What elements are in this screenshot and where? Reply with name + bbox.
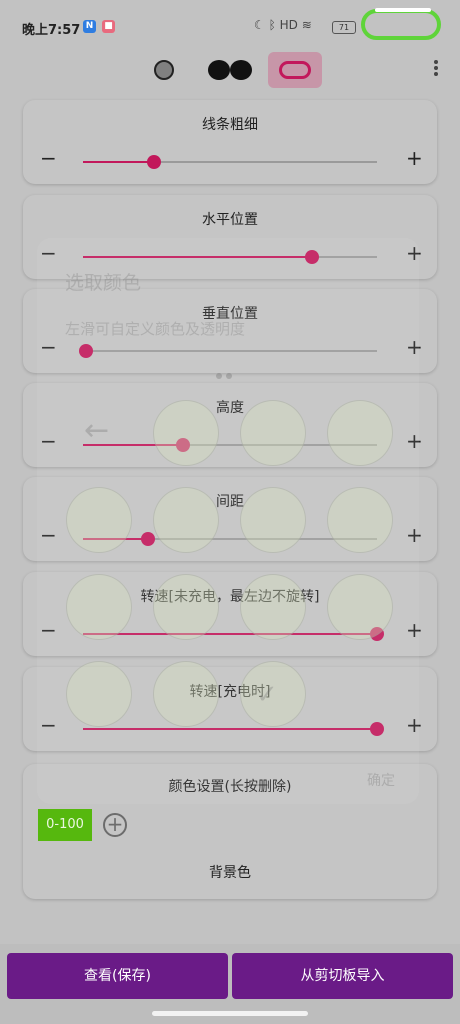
increase-button[interactable]: + bbox=[406, 620, 423, 640]
decrease-button[interactable]: − bbox=[40, 431, 57, 451]
slider-card: 线条粗细 − + bbox=[23, 100, 437, 184]
increase-button[interactable]: + bbox=[406, 337, 423, 357]
slider-fill bbox=[83, 728, 377, 730]
decrease-button[interactable]: − bbox=[40, 715, 57, 735]
decrease-button[interactable]: − bbox=[40, 148, 57, 168]
home-indicator bbox=[152, 1011, 308, 1016]
check-icon: ✓ bbox=[256, 680, 278, 710]
slider-track[interactable] bbox=[83, 627, 384, 641]
capsule-icon bbox=[279, 61, 311, 79]
more-menu-icon[interactable] bbox=[432, 58, 440, 78]
slider-fill bbox=[83, 161, 154, 163]
single-dot-style-tab[interactable] bbox=[154, 60, 174, 80]
increase-button[interactable]: + bbox=[406, 148, 423, 168]
import-from-clipboard-button[interactable]: 从剪切板导入 bbox=[232, 953, 453, 999]
back-arrow-icon: ← bbox=[84, 413, 110, 448]
slider-fill bbox=[83, 256, 313, 258]
double-dot-style-tab[interactable] bbox=[208, 60, 252, 80]
color-swatch bbox=[153, 400, 219, 466]
view-save-button[interactable]: 查看(保存) bbox=[7, 953, 228, 999]
slider-label: 线条粗细 bbox=[202, 117, 258, 133]
decrease-button[interactable]: − bbox=[40, 337, 57, 357]
decrease-button[interactable]: − bbox=[40, 525, 57, 545]
capsule-style-tab[interactable] bbox=[268, 52, 322, 88]
color-swatch bbox=[153, 661, 219, 727]
color-swatch bbox=[240, 487, 306, 553]
bluetooth-icon: ᛒ bbox=[268, 18, 276, 32]
color-swatch bbox=[153, 574, 219, 640]
app-notification-icon-2: ■ bbox=[102, 20, 115, 33]
slider-thumb[interactable] bbox=[140, 532, 155, 546]
color-picker-subtitle: 左滑可自定义颜色及透明度 bbox=[65, 320, 246, 338]
decrease-button[interactable]: − bbox=[40, 620, 57, 640]
color-swatch bbox=[240, 574, 306, 640]
slider-track[interactable] bbox=[83, 155, 377, 169]
battery-icon: 71 bbox=[332, 21, 356, 34]
slider-thumb[interactable] bbox=[146, 155, 161, 169]
color-swatch bbox=[327, 400, 393, 466]
signal-icon: HD bbox=[279, 18, 298, 32]
increase-button[interactable]: + bbox=[406, 715, 423, 735]
slider-card: 水平位置 − + bbox=[23, 195, 437, 279]
color-swatch bbox=[66, 487, 132, 553]
status-icons: ☾ ᛒ HD ≋ bbox=[254, 18, 312, 36]
slider-track[interactable] bbox=[78, 344, 377, 358]
status-time: 晚上7:57 bbox=[22, 23, 81, 38]
confirm-label: 确定 bbox=[367, 773, 395, 789]
slider-fill bbox=[83, 633, 377, 635]
slider-thumb[interactable] bbox=[78, 344, 93, 358]
color-swatch bbox=[66, 574, 132, 640]
increase-button[interactable]: + bbox=[406, 431, 423, 451]
slider-label: 水平位置 bbox=[202, 212, 258, 228]
status-bar: 晚上7:57 N ■ ☾ ᛒ HD ≋ 71 bbox=[0, 0, 460, 56]
background-color-label[interactable]: 背景色 bbox=[23, 862, 437, 882]
slider-track[interactable] bbox=[83, 250, 377, 264]
color-swatch bbox=[240, 400, 306, 466]
color-range-chip[interactable]: 0-100 bbox=[38, 809, 92, 841]
increase-button[interactable]: + bbox=[406, 525, 423, 545]
decrease-button[interactable]: − bbox=[40, 243, 57, 263]
color-swatch bbox=[153, 487, 219, 553]
slider-thumb[interactable] bbox=[370, 722, 384, 736]
color-swatch bbox=[327, 487, 393, 553]
slider-track[interactable] bbox=[83, 722, 384, 736]
color-swatch bbox=[327, 574, 393, 640]
color-swatch bbox=[66, 661, 132, 727]
moon-icon: ☾ bbox=[254, 18, 265, 32]
slider-thumb[interactable] bbox=[305, 250, 320, 264]
page-indicator bbox=[216, 364, 236, 383]
color-picker-title: 选取颜色 bbox=[65, 272, 142, 294]
add-color-button[interactable]: + bbox=[103, 813, 127, 837]
increase-button[interactable]: + bbox=[406, 243, 423, 263]
wifi-icon: ≋ bbox=[301, 18, 312, 32]
app-notification-icon: N bbox=[83, 20, 96, 33]
camera-pill-indicator bbox=[361, 8, 441, 40]
